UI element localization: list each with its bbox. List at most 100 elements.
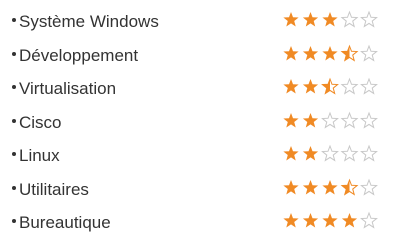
- skill-label: Bureautique: [19, 213, 111, 232]
- star-fill: [283, 213, 299, 228]
- star-full-icon: [322, 213, 338, 228]
- star-empty-icon: [360, 178, 378, 196]
- star-fill: [322, 180, 338, 195]
- star-rating-svg: [283, 144, 378, 162]
- star-half-icon: [340, 44, 359, 62]
- star-fill: [322, 213, 338, 228]
- star-outline: [360, 178, 378, 196]
- star-fill: [302, 180, 319, 195]
- skill-label: Développement: [19, 46, 139, 65]
- star-fill: [322, 46, 338, 61]
- star-empty-icon: [340, 111, 359, 129]
- star-half-icon: [321, 77, 339, 95]
- star-rating: [283, 77, 379, 98]
- star-fill: [302, 213, 319, 228]
- star-rating-svg: [283, 178, 378, 196]
- star-fill: [302, 12, 319, 27]
- bullet-icon: [12, 219, 16, 223]
- star-empty-icon: [360, 44, 378, 62]
- star-empty-icon: [321, 111, 339, 129]
- star-half-icon: [340, 178, 359, 196]
- star-full-icon: [341, 213, 358, 228]
- star-empty-icon: [360, 111, 378, 129]
- star-rating-svg: [283, 77, 378, 95]
- star-fill: [283, 180, 299, 195]
- star-full-icon: [283, 146, 299, 161]
- star-outline: [340, 111, 359, 129]
- star-full-icon: [302, 113, 319, 128]
- star-full-icon: [302, 213, 319, 228]
- star-full-icon: [283, 113, 299, 128]
- skill-row-systeme-windows: Système Windows: [0, 6, 402, 38]
- bullet-icon: [12, 152, 16, 156]
- star-empty-icon: [340, 77, 359, 95]
- star-rating-svg: [283, 211, 378, 229]
- star-outline: [340, 10, 359, 28]
- star-full-icon: [322, 12, 338, 27]
- star-fill: [322, 12, 338, 27]
- star-full-icon: [283, 180, 299, 195]
- star-full-icon: [283, 12, 299, 27]
- star-full-icon: [302, 46, 319, 61]
- star-full-icon: [283, 46, 299, 61]
- skill-label: Virtualisation: [19, 79, 117, 98]
- star-rating: [283, 178, 379, 199]
- star-fill: [283, 46, 299, 61]
- star-full-icon: [302, 12, 319, 27]
- skill-row-bureautique: Bureautique: [0, 207, 402, 239]
- star-outline: [360, 44, 378, 62]
- skill-row-linux: Linux: [0, 140, 402, 172]
- star-fill: [283, 12, 299, 27]
- skill-label: Utilitaires: [19, 180, 89, 199]
- star-rating-svg: [283, 44, 378, 62]
- star-empty-icon: [340, 144, 359, 162]
- star-full-icon: [302, 180, 319, 195]
- star-fill: [302, 113, 319, 128]
- skill-row-developpement: Développement: [0, 40, 402, 72]
- star-outline: [360, 10, 378, 28]
- skill-row-virtualisation: Virtualisation: [0, 73, 402, 105]
- skill-label: Système Windows: [19, 12, 159, 31]
- star-full-icon: [283, 79, 299, 94]
- star-full-icon: [302, 146, 319, 161]
- star-outline: [340, 144, 359, 162]
- star-rating: [283, 10, 379, 31]
- star-fill: [302, 79, 319, 94]
- star-empty-icon: [360, 211, 378, 229]
- star-fill: [283, 146, 299, 161]
- skill-row-cisco: Cisco: [0, 107, 402, 139]
- star-outline: [360, 211, 378, 229]
- star-empty-icon: [360, 144, 378, 162]
- star-rating-svg: [283, 111, 378, 129]
- star-fill: [302, 46, 319, 61]
- star-empty-icon: [321, 144, 339, 162]
- star-empty-icon: [360, 77, 378, 95]
- star-outline: [360, 111, 378, 129]
- skills-rating-list: Système Windows Développement Virtualisa…: [0, 0, 402, 244]
- star-rating: [283, 211, 379, 232]
- skill-label: Linux: [19, 146, 60, 165]
- star-full-icon: [322, 180, 338, 195]
- star-rating-svg: [283, 10, 378, 28]
- star-outline: [340, 77, 359, 95]
- star-fill: [283, 79, 299, 94]
- star-empty-icon: [340, 10, 359, 28]
- skill-label: Cisco: [19, 113, 62, 132]
- bullet-icon: [12, 119, 16, 123]
- bullet-icon: [12, 186, 16, 190]
- bullet-icon: [12, 52, 16, 56]
- star-fill: [302, 146, 319, 161]
- star-outline: [360, 77, 378, 95]
- star-rating: [283, 111, 379, 132]
- bullet-icon: [12, 18, 16, 22]
- bullet-icon: [12, 85, 16, 89]
- star-outline: [321, 111, 339, 129]
- star-rating: [283, 44, 379, 65]
- star-full-icon: [322, 46, 338, 61]
- star-outline: [321, 144, 339, 162]
- star-rating: [283, 144, 379, 165]
- star-empty-icon: [360, 10, 378, 28]
- star-fill: [283, 113, 299, 128]
- star-fill: [341, 213, 358, 228]
- star-outline: [360, 144, 378, 162]
